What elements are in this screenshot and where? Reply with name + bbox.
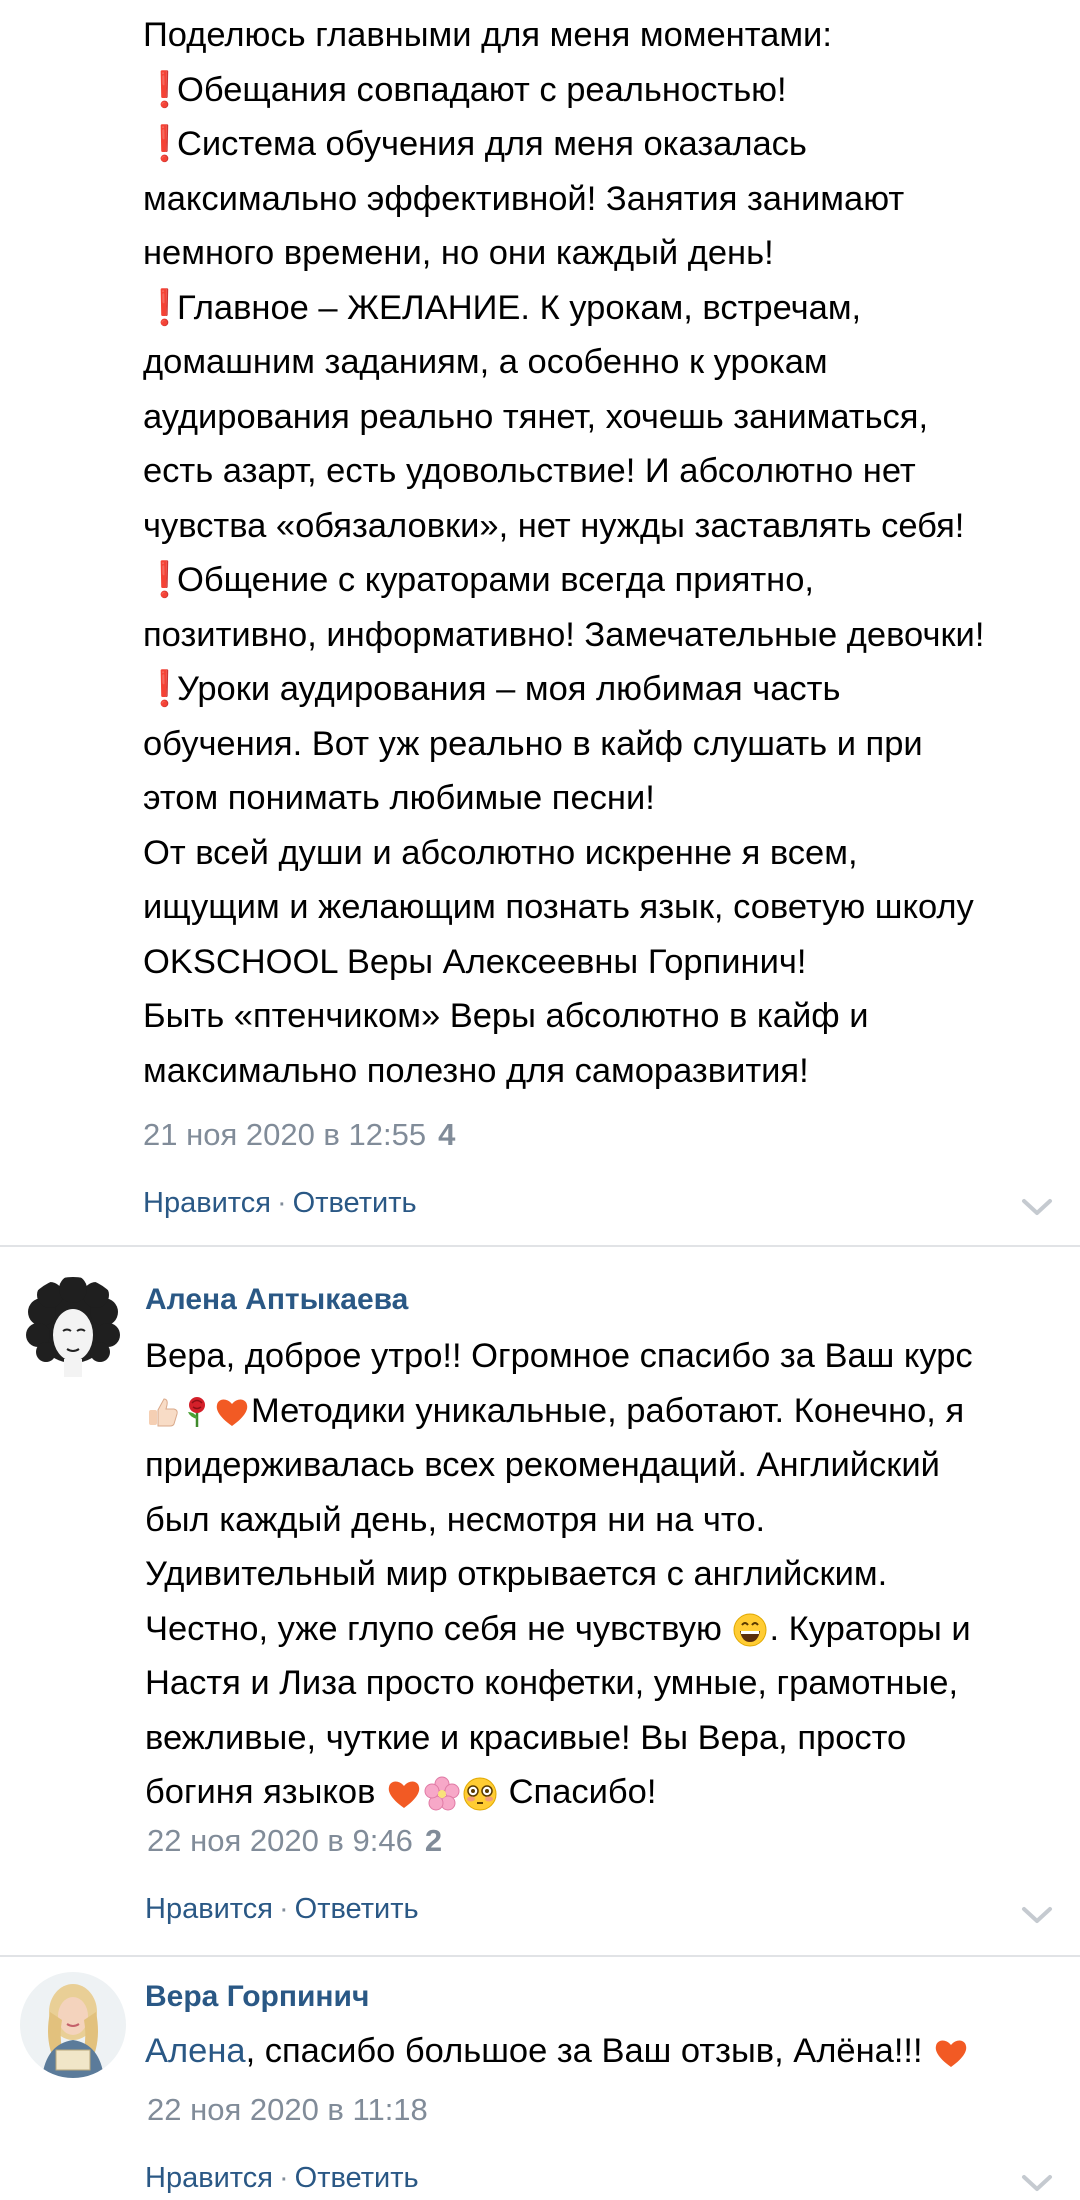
separator: ·: [278, 1893, 289, 1925]
comment-line: ❗Система обучения для меня оказалась: [143, 117, 1073, 172]
comment-line: ❗Обещания совпадают с реальностью!: [143, 63, 1073, 118]
comment-line: богиня языков Спасибо!: [145, 1773, 657, 1811]
comment-line: ищущим и желающим познать язык, советую …: [143, 888, 974, 926]
comment-text: Алена, спасибо большое за Ваш отзыв, Алё…: [145, 2024, 1075, 2079]
like-link[interactable]: Нравится: [145, 2162, 273, 2194]
comment-line: обучения. Вот уж реально в кайф слушать …: [143, 724, 923, 763]
comment-line: аудирования реально тянет, хочешь занима…: [143, 397, 929, 436]
like-link[interactable]: Нравится: [143, 1187, 271, 1219]
comment-actions: Нравится · Ответить: [143, 1187, 417, 1220]
comment-line: OKSCHOOL Веры Алексеевны Горпинич!: [143, 942, 807, 981]
comment-line: Алена, спасибо большое за Ваш отзыв, Алё…: [145, 2024, 1075, 2079]
comment-line: Быть «птенчиком» Веры абсолютно в кайф и: [143, 997, 869, 1035]
chevron-down-icon[interactable]: [1020, 2172, 1054, 2194]
comment-meta: 21 ноя 2020 в 12:55 4: [143, 1117, 455, 1153]
timestamp[interactable]: 21 ноя 2020 в 12:55: [143, 1117, 426, 1152]
cherry-blossom-icon: [424, 1776, 460, 1811]
comment-meta: 22 ноя 2020 в 9:46 2: [147, 1823, 442, 1859]
grinning-face-icon: [733, 1613, 767, 1647]
flushed-face-icon: [463, 1777, 497, 1811]
comment-text: Вера, доброе утро!! Огромное спасибо за …: [145, 1329, 1075, 1820]
avatar[interactable]: [20, 1972, 126, 2078]
comment-line: Удивительный мир открывается с английски…: [145, 1555, 888, 1593]
like-link[interactable]: Нравится: [145, 1893, 273, 1925]
comment-line: немного времени, но они каждый день!: [143, 234, 774, 272]
comment-3: Вера Горпинич Алена, спасибо большое за …: [0, 1957, 1080, 2200]
author-name[interactable]: Вера Горпинич: [145, 1980, 369, 2014]
exclamation-icon: ❗: [143, 288, 186, 327]
exclamation-icon: ❗: [143, 561, 186, 599]
comment-line: этом понимать любимые песни!: [143, 779, 655, 817]
like-count: 2: [424, 1823, 443, 1858]
comment-line: Вера, доброе утро!! Огромное спасибо за …: [145, 1337, 973, 1375]
comment-meta: 22 ноя 2020 в 11:18: [147, 2092, 428, 2128]
comment-line: был каждый день, несмотря ни на что.: [145, 1500, 766, 1539]
comment-line: Настя и Лиза просто конфетки, умные, гра…: [145, 1664, 959, 1702]
rose-icon: [188, 1397, 205, 1428]
comment-line: ❗Главное – ЖЕЛАНИЕ. К урокам, встречам,: [143, 281, 1073, 336]
heart-icon: [216, 1399, 248, 1427]
thumbs-up-icon: [149, 1398, 178, 1427]
separator: ·: [278, 2162, 289, 2194]
reply-link[interactable]: Ответить: [295, 1893, 419, 1925]
comment-line: Методики уникальные, работают. Конечно, …: [145, 1384, 1075, 1439]
exclamation-icon: ❗: [143, 70, 186, 109]
comment-line: максимально эффективной! Занятия занимаю…: [143, 179, 905, 218]
timestamp[interactable]: 22 ноя 2020 в 11:18: [147, 2092, 428, 2127]
comment-line: Поделюсь главными для меня моментами:: [143, 16, 832, 54]
comment-line: ❗Уроки аудирования – моя любимая часть: [143, 662, 1073, 717]
like-count: 4: [438, 1117, 456, 1152]
comment-actions: Нравится · Ответить: [145, 2162, 419, 2195]
chevron-down-icon[interactable]: [1020, 1904, 1054, 1926]
comment-line: Честно, уже глупо себя не чувствую . Кур…: [145, 1609, 971, 1648]
reply-link[interactable]: Ответить: [295, 2162, 419, 2194]
comment-actions: Нравится · Ответить: [145, 1893, 419, 1926]
comment-line: придерживалась всех рекомендаций. Англий…: [145, 1446, 940, 1484]
comment-line: ❗Общение с кураторами всегда приятно,: [143, 553, 1073, 608]
chevron-down-icon[interactable]: [1020, 1196, 1054, 1218]
comment-line: От всей души и абсолютно искренне я всем…: [143, 833, 858, 872]
heart-icon: [388, 1781, 420, 1808]
comment-line: позитивно, информативно! Замечательные д…: [143, 615, 985, 654]
reply-link[interactable]: Ответить: [293, 1187, 417, 1219]
author-name[interactable]: Алена Аптыкаева: [145, 1283, 408, 1317]
comment-text: Поделюсь главными для меня моментами: ❗О…: [143, 8, 1073, 1098]
mention-link[interactable]: Алена: [145, 2032, 246, 2070]
exclamation-icon: ❗: [143, 670, 186, 708]
comment-line: максимально полезно для саморазвития!: [143, 1051, 809, 1090]
comment-line: есть азарт, есть удовольствие! И абсолют…: [143, 452, 916, 490]
timestamp[interactable]: 22 ноя 2020 в 9:46: [147, 1823, 413, 1858]
heart-icon: [935, 2040, 967, 2067]
comment-1: Поделюсь главными для меня моментами: ❗О…: [0, 0, 1080, 1245]
comment-line: домашним заданиям, а особенно к урокам: [143, 343, 828, 381]
comment-2: Алена Аптыкаева Вера, доброе утро!! Огро…: [0, 1247, 1080, 1953]
avatar[interactable]: [20, 1277, 126, 1383]
separator: ·: [276, 1187, 287, 1219]
exclamation-icon: ❗: [143, 125, 186, 163]
comment-line: вежливые, чуткие и красивые! Вы Вера, пр…: [145, 1718, 907, 1757]
comment-line: чувства «обязаловки», нет нужды заставля…: [143, 506, 965, 545]
